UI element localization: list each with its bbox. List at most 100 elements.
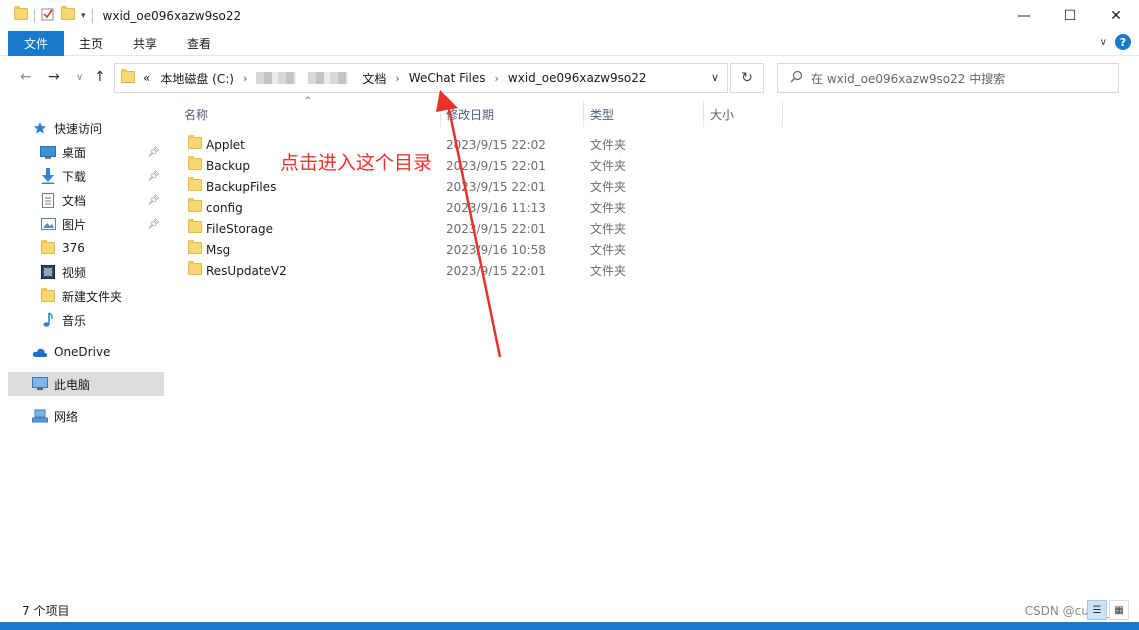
pin-icon[interactable]: 📌︎ (147, 147, 160, 158)
desktop-icon (40, 144, 56, 160)
pin-icon[interactable]: 📌︎ (147, 219, 160, 230)
sidebar-item-onedrive[interactable]: OneDrive (8, 340, 164, 364)
sidebar-item-label: 376 (62, 241, 85, 255)
tab-home[interactable]: 主页 (64, 31, 118, 56)
properties-icon[interactable] (41, 7, 55, 24)
expand-ribbon-icon[interactable]: ∨ (1100, 37, 1107, 48)
sidebar-item-new-folder[interactable]: 新建文件夹 (8, 284, 164, 308)
minimize-button[interactable]: — (1001, 0, 1047, 31)
column-header-type[interactable]: 类型 (590, 101, 614, 127)
tab-view[interactable]: 查看 (172, 31, 226, 56)
document-icon (40, 192, 56, 208)
file-name: config (206, 200, 243, 215)
address-separator[interactable]: › (495, 72, 499, 85)
file-type: 文件夹 (590, 159, 627, 173)
sidebar-item-label: 图片 (62, 217, 87, 232)
customize-toolbar-icon[interactable]: ▾ (81, 11, 86, 21)
file-type: 文件夹 (590, 222, 627, 236)
file-row[interactable]: BackupFiles 2023/9/15 22:01 文件夹 (182, 176, 902, 197)
folder-icon (188, 240, 202, 257)
search-input[interactable]: 在 wxid_oe096xazw9so22 中搜索 (811, 70, 1005, 87)
item-count: 7 个项目 (22, 603, 70, 618)
toolbar-separator (91, 8, 93, 23)
file-date: 2023/9/15 22:02 (446, 137, 546, 152)
address-separator[interactable]: › (243, 72, 247, 85)
column-divider[interactable] (782, 101, 783, 127)
view-toggle-group: ☰ ▦ (1087, 600, 1129, 620)
file-row[interactable]: Msg 2023/9/16 10:58 文件夹 (182, 239, 902, 260)
folder-icon (121, 68, 135, 86)
search-box[interactable]: 在 wxid_oe096xazw9so22 中搜索 (777, 63, 1119, 93)
address-overflow[interactable]: « (143, 71, 150, 85)
close-button[interactable]: ✕ (1093, 0, 1139, 31)
column-header-size[interactable]: 大小 (710, 101, 734, 127)
quick-access-toolbar: ▾ (0, 0, 93, 31)
sidebar-item-label: 网络 (54, 409, 79, 424)
annotation-text: 点击进入这个目录 (280, 152, 433, 174)
forward-icon[interactable]: → (48, 69, 60, 85)
address-segment-wxid[interactable]: wxid_oe096xazw9so22 (508, 71, 647, 85)
sidebar-item-pictures[interactable]: 图片 📌︎ (8, 212, 164, 236)
file-date: 2023/9/16 11:13 (446, 200, 546, 215)
address-segment-documents[interactable]: 文档 (362, 70, 386, 87)
column-divider[interactable] (703, 101, 704, 127)
sidebar-item-music[interactable]: 音乐 (8, 308, 164, 332)
sidebar-item-quick-access[interactable]: 快速访问 (8, 116, 164, 140)
sidebar-item-this-pc[interactable]: 此电脑 (8, 372, 164, 396)
large-icons-view-icon[interactable]: ▦ (1109, 600, 1129, 620)
refresh-button[interactable]: ↻ (730, 63, 764, 93)
sidebar-item-label: OneDrive (54, 345, 111, 359)
address-segment-drive[interactable]: 本地磁盘 (C:) (160, 70, 234, 87)
sidebar-item-desktop[interactable]: 桌面 📌︎ (8, 140, 164, 164)
column-divider[interactable] (583, 101, 584, 127)
sidebar-item-videos[interactable]: 视频 (8, 260, 164, 284)
recent-locations-icon[interactable]: ∨ (76, 72, 83, 83)
sidebar-item-network[interactable]: 网络 (8, 404, 164, 428)
maximize-button[interactable]: ☐ (1047, 0, 1093, 31)
folder-icon (188, 198, 202, 215)
address-segment-wechat[interactable]: WeChat Files (409, 71, 486, 85)
title-bar: ▾ wxid_oe096xazw9so22 — ☐ ✕ (0, 0, 1139, 31)
ribbon-right-controls: ∨ ? (1100, 34, 1131, 50)
up-icon[interactable]: ↑ (94, 69, 106, 85)
file-type: 文件夹 (590, 180, 627, 194)
sidebar-item-label: 音乐 (62, 313, 87, 328)
sidebar-item-documents[interactable]: 文档 📌︎ (8, 188, 164, 212)
address-separator[interactable]: › (395, 72, 399, 85)
help-icon[interactable]: ? (1115, 34, 1131, 50)
file-date: 2023/9/15 22:01 (446, 179, 546, 194)
sidebar-item-label: 视频 (62, 265, 87, 280)
navigation-bar: ← → ∨ ↑ « 本地磁盘 (C:) › 文档 › WeChat Files … (0, 57, 1139, 99)
folder-icon (188, 156, 202, 173)
file-date: 2023/9/15 22:01 (446, 263, 546, 278)
file-row[interactable]: config 2023/9/16 11:13 文件夹 (182, 197, 902, 218)
sidebar-item-376[interactable]: 376 (8, 236, 164, 260)
music-icon (40, 312, 56, 328)
file-date: 2023/9/15 22:01 (446, 221, 546, 236)
video-icon (40, 264, 56, 280)
column-divider[interactable] (440, 101, 441, 127)
sidebar-item-label: 快速访问 (54, 121, 103, 136)
file-name: Applet (206, 137, 245, 152)
column-header-date[interactable]: 修改日期 (446, 101, 494, 127)
file-row[interactable]: FileStorage 2023/9/15 22:01 文件夹 (182, 218, 902, 239)
column-header-name[interactable]: 名称 (184, 101, 208, 127)
pin-icon[interactable]: 📌︎ (147, 195, 160, 206)
new-folder-icon[interactable] (61, 6, 75, 23)
address-dropdown-icon[interactable]: ∨ (711, 71, 719, 84)
back-icon[interactable]: ← (20, 69, 32, 85)
window-title: wxid_oe096xazw9so22 (102, 8, 242, 23)
tab-file[interactable]: 文件 (8, 30, 64, 56)
folder-icon[interactable] (14, 6, 28, 23)
address-bar[interactable]: « 本地磁盘 (C:) › 文档 › WeChat Files › wxid_o… (114, 63, 728, 93)
file-name: BackupFiles (206, 179, 277, 194)
pin-icon[interactable]: 📌︎ (147, 171, 160, 182)
file-row[interactable]: ResUpdateV2 2023/9/15 22:01 文件夹 (182, 260, 902, 281)
tab-share[interactable]: 共享 (118, 31, 172, 56)
sidebar-item-downloads[interactable]: 下载 📌︎ (8, 164, 164, 188)
file-type: 文件夹 (590, 138, 627, 152)
details-view-icon[interactable]: ☰ (1087, 600, 1107, 620)
status-bar: 7 个项目 (0, 598, 1139, 622)
network-icon (32, 408, 48, 424)
sidebar-item-label: 桌面 (62, 145, 87, 160)
